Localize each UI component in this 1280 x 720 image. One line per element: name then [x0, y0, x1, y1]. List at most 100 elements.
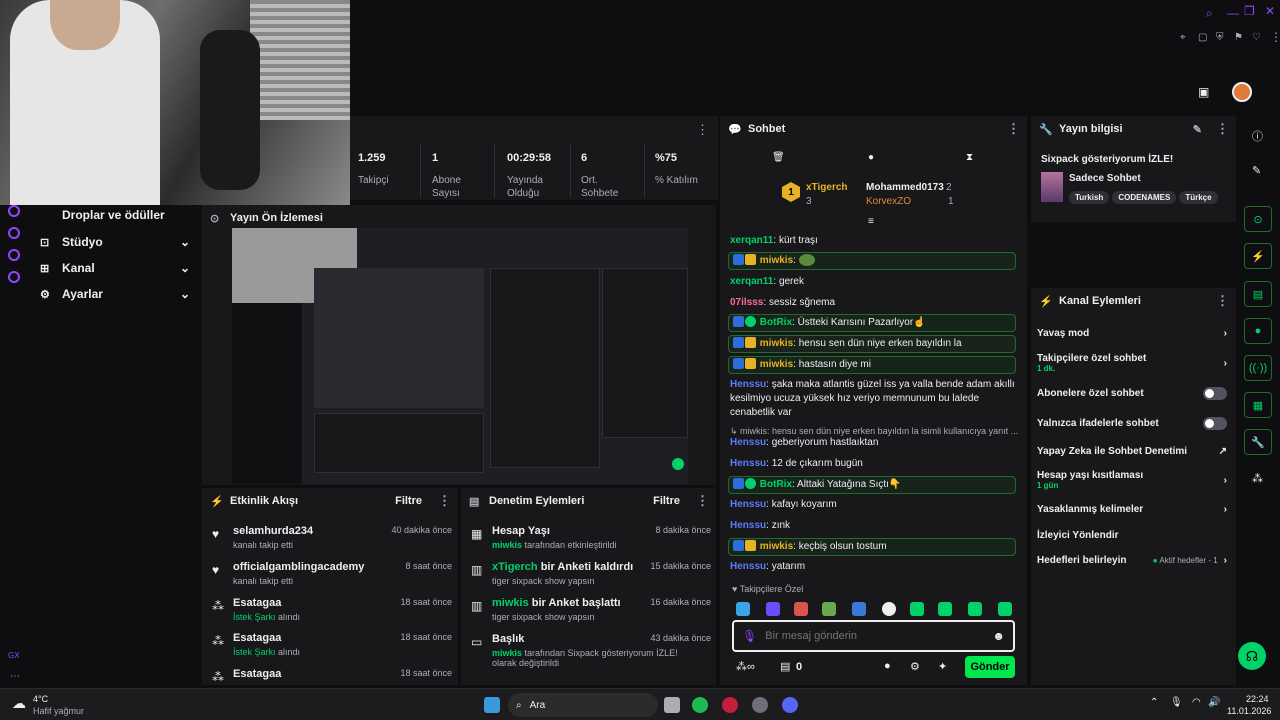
moderation-item[interactable]: ▦ Hesap Yaşı miwkis tarafından etkinleştir…	[471, 525, 711, 550]
chat-more-icon[interactable]: ⋮	[1007, 121, 1020, 137]
rail-activity-button[interactable]: ⚡	[1244, 243, 1272, 269]
rail-icon-studio[interactable]	[8, 227, 20, 239]
channel-actions-more-icon[interactable]: ⋮	[1216, 293, 1229, 309]
rail-wrench-button[interactable]: 🔧	[1244, 429, 1272, 455]
chat-message[interactable]: 07ilsss: sessiz sğnema	[730, 296, 1020, 310]
avatar[interactable]	[1232, 82, 1252, 102]
rail-icon-channel[interactable]	[8, 249, 20, 261]
chat-message[interactable]: Henssu: yatarım	[730, 560, 1020, 574]
emote-only-toggle[interactable]	[1203, 417, 1227, 430]
emote-icon[interactable]	[998, 602, 1012, 616]
activity-item[interactable]: ♥ officialgamblingacademy kanalı takip ett…	[212, 561, 452, 586]
moderation-item[interactable]: ▥ xTigerch bir Anketi kaldırdı tiger sixpa…	[471, 561, 711, 586]
gear-icon[interactable]: ⚙	[910, 660, 920, 673]
gx-icon[interactable]: GX	[8, 651, 20, 660]
chat-message[interactable]: miwkis: hensu sen dün niye erken bayıldı…	[728, 335, 1016, 353]
edit-icon[interactable]: ✎	[1193, 123, 1202, 136]
chat-input[interactable]	[765, 630, 993, 642]
app-icon[interactable]	[752, 697, 768, 713]
action-goals[interactable]: Hedefleri belirleyin ● Aktif hedefler - 1…	[1037, 555, 1227, 566]
chat-message[interactable]: Henssu: zınk	[730, 519, 1020, 533]
bot-icon[interactable]: ✦	[938, 660, 947, 673]
emote-icon[interactable]	[882, 602, 896, 616]
moderation-item[interactable]: ▭ Başlık miwkis tarafından Sixpack gösteri…	[471, 633, 711, 668]
volume-icon[interactable]: 🔊	[1208, 697, 1220, 708]
chat-message[interactable]: BotRix: Alttaki Yatağına Sıçtı👇	[728, 476, 1016, 494]
opera-gx-icon[interactable]	[722, 697, 738, 713]
chat-message[interactable]: Henssu: 12 de çıkarım bugün	[730, 457, 1020, 471]
moderation-filter-button[interactable]: Filtre	[653, 495, 680, 507]
rail-stats-button[interactable]: ▦	[1244, 392, 1272, 418]
tag[interactable]: Turkish	[1069, 191, 1110, 204]
action-slow-mode[interactable]: Yavaş mod ›	[1037, 328, 1227, 339]
stream-preview-image[interactable]	[232, 228, 688, 484]
nav-settings[interactable]: ⚙ Ayarlar ⌄	[40, 287, 190, 301]
chat-message[interactable]: Henssu: geberiyorum hastlaıktan	[730, 436, 1020, 450]
emote-icon[interactable]	[822, 602, 836, 616]
points-icon[interactable]: ⁂	[1252, 472, 1263, 485]
spotify-icon[interactable]	[692, 697, 708, 713]
nav-channel[interactable]: ⊞ Kanal ⌄	[40, 261, 190, 275]
action-followers-only[interactable]: Takipçilere özel sohbet 1 dk. ›	[1037, 353, 1227, 373]
emote-icon[interactable]	[852, 602, 866, 616]
chat-input-box[interactable]: 🎙 ☻	[732, 620, 1015, 652]
rail-broadcast-button[interactable]: ((·))	[1244, 355, 1272, 381]
chevron-up-icon[interactable]: ⌃	[1150, 697, 1158, 708]
tag[interactable]: Türkçe	[1179, 191, 1218, 204]
rail-icon-drops[interactable]	[8, 205, 20, 217]
activity-more-icon[interactable]: ⋮	[438, 493, 451, 509]
emote-icon[interactable]	[766, 602, 780, 616]
activity-item[interactable]: ⁂ Esatagaa 18 saat önce	[212, 668, 452, 684]
chat-bubble-icon[interactable]: ●	[884, 660, 891, 672]
weather-icon[interactable]: ☁	[12, 695, 26, 712]
rail-chat-button[interactable]: ●	[1244, 318, 1272, 344]
display-icon[interactable]: ▣	[1198, 85, 1209, 99]
flag-icon[interactable]: ⚑	[1234, 32, 1243, 43]
chat-message[interactable]: xerqan11: gerek	[730, 275, 1020, 289]
microphone-icon[interactable]: 🎙	[742, 629, 757, 643]
maximize-icon[interactable]: ❐	[1244, 4, 1255, 18]
clip-icon[interactable]: ▢	[1198, 32, 1207, 43]
emote-icon[interactable]	[938, 602, 952, 616]
rail-moderation-button[interactable]: ▤	[1244, 281, 1272, 307]
activity-filter-button[interactable]: Filtre	[395, 495, 422, 507]
chat-message[interactable]: xerqan11: kürt traşı	[730, 234, 1020, 248]
gift-icon[interactable]: ▤	[780, 660, 790, 673]
chat-settings-icon[interactable]: ●	[868, 152, 874, 163]
minimize-icon[interactable]: —	[1227, 6, 1239, 20]
emote-icon[interactable]	[910, 602, 924, 616]
shield-icon[interactable]: ⛨	[1216, 32, 1224, 43]
emote-icon[interactable]	[794, 602, 808, 616]
nav-drops[interactable]: Droplar ve ödüller	[40, 208, 190, 222]
more-icon[interactable]: ⋮	[1270, 30, 1280, 44]
file-explorer-icon[interactable]	[664, 697, 680, 713]
chat-message[interactable]: miwkis:	[728, 252, 1016, 270]
hourglass-icon[interactable]: ⧗	[966, 152, 973, 163]
activity-item[interactable]: ♥ selamhurda234 kanalı takip etti 40 dakika…	[212, 525, 452, 550]
chat-message[interactable]: miwkis: keçbiş olsun tostum	[728, 538, 1016, 556]
chat-message[interactable]: Henssu: şaka maka atlantis güzel iss ya …	[730, 378, 1020, 420]
info-icon[interactable]: ⓘ	[1252, 128, 1263, 144]
emote-icon[interactable]	[968, 602, 982, 616]
activity-item[interactable]: ⁂ Esatagaa İstek Şarkı alındı 18 saat önce	[212, 632, 452, 657]
subscribers-only-toggle[interactable]	[1203, 387, 1227, 400]
chat-message[interactable]: Henssu: kafayı koyarım	[730, 498, 1020, 512]
pin-icon[interactable]: ⌖	[1180, 32, 1186, 43]
search-icon[interactable]: ⌕	[1206, 6, 1213, 21]
clock-time[interactable]: 22:24	[1246, 694, 1269, 704]
nav-studio[interactable]: ⊡ Stüdyo ⌄	[40, 235, 190, 249]
stream-info-more-icon[interactable]: ⋮	[1216, 121, 1229, 137]
emote-icon[interactable]	[736, 602, 750, 616]
stats-more-icon[interactable]: ⋮	[696, 122, 709, 138]
chat-message[interactable]: miwkis: hastasın diye mi	[728, 356, 1016, 374]
send-button[interactable]: Gönder	[965, 656, 1015, 678]
moderation-more-icon[interactable]: ⋮	[696, 493, 709, 509]
expand-icon[interactable]: ≡	[868, 216, 874, 227]
start-button[interactable]	[484, 697, 500, 713]
action-account-age[interactable]: Hesap yaşı kısıtlaması 1 gün ›	[1037, 470, 1227, 490]
more-icon[interactable]: ⋯	[10, 671, 20, 682]
action-ai-moderation[interactable]: Yapay Zeka ile Sohbet Denetimi ↗	[1037, 446, 1227, 457]
action-raid[interactable]: İzleyici Yönlendir	[1037, 530, 1227, 541]
moderation-item[interactable]: ▥ miwkis bir Anket başlattı tiger sixpack …	[471, 597, 711, 622]
taskbar-search[interactable]: ⌕ Ara	[508, 693, 658, 717]
